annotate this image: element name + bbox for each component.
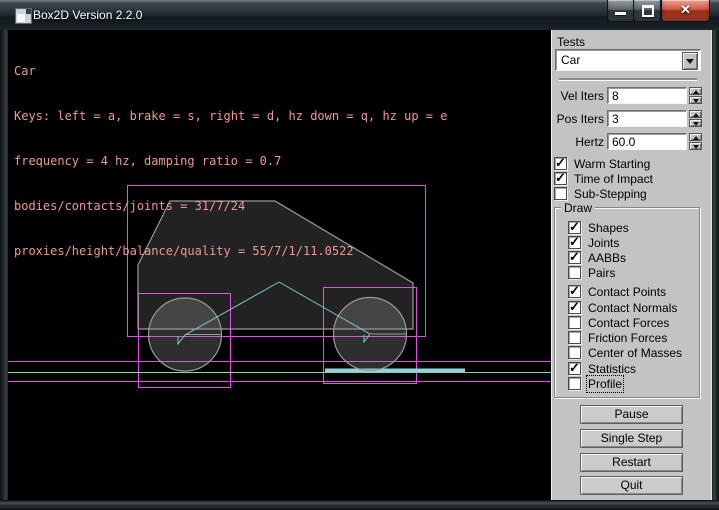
tests-dropdown[interactable]: Car <box>555 49 701 71</box>
center-of-masses-label: Center of Masses <box>588 346 682 360</box>
checkbox-icon[interactable] <box>568 331 581 344</box>
pos-iters-spin-up-button[interactable] <box>689 110 702 118</box>
vel-iters-spin-down-button[interactable] <box>689 96 702 104</box>
checkbox-icon[interactable]: ✓ <box>568 362 581 375</box>
debug-stats-text: Car Keys: left = a, brake = s, right = d… <box>14 34 447 289</box>
vel-iters-spin-up-button[interactable] <box>689 87 702 95</box>
arrow-down-icon <box>693 99 699 103</box>
arrow-up-icon <box>693 136 699 140</box>
arrow-up-icon <box>693 113 699 117</box>
shapes-label: Shapes <box>588 221 629 235</box>
vel-iters-value: 8 <box>612 89 619 103</box>
checkbox-icon[interactable]: ✓ <box>568 236 581 249</box>
minimize-icon <box>615 12 626 15</box>
contact-points-label: Contact Points <box>588 285 666 299</box>
hertz-spin-up-button[interactable] <box>689 133 702 141</box>
checkbox-icon[interactable]: ✓ <box>568 285 581 298</box>
window-border-left <box>0 30 8 502</box>
stats-line: Keys: left = a, brake = s, right = d, hz… <box>14 109 447 124</box>
pos-iters-field[interactable]: 3 <box>607 110 687 127</box>
checkbox-icon[interactable] <box>568 346 581 359</box>
hertz-row: Hertz 60.0 <box>552 133 713 150</box>
checkbox-icon[interactable] <box>568 316 581 329</box>
checkbox-icon[interactable] <box>554 187 567 200</box>
checkbox-icon[interactable]: ✓ <box>554 172 567 185</box>
window-border-bottom <box>0 500 719 510</box>
draw-group-label: Draw <box>561 201 595 215</box>
pos-iters-label: Pos Iters <box>552 112 604 126</box>
sub-stepping-label: Sub-Stepping <box>574 187 647 201</box>
stats-line: proxies/height/balance/quality = 55/7/1/… <box>14 244 447 259</box>
maximize-button[interactable] <box>633 0 661 22</box>
contact-forces-label: Contact Forces <box>588 316 669 330</box>
separator <box>559 78 697 81</box>
quit-button[interactable]: Quit <box>580 476 683 495</box>
close-icon: ✕ <box>662 2 709 18</box>
time-of-impact-label: Time of Impact <box>574 172 653 186</box>
stats-line: frequency = 4 hz, damping ratio = 0.7 <box>14 154 447 169</box>
checkbox-icon[interactable] <box>568 377 581 390</box>
aabbs-label: AABBs <box>588 251 626 265</box>
profile-label: Profile <box>588 377 622 391</box>
close-button[interactable]: ✕ <box>661 0 710 22</box>
arrow-down-icon <box>693 122 699 126</box>
vel-iters-row: Vel Iters 8 <box>552 87 713 104</box>
pos-iters-row: Pos Iters 3 <box>552 110 713 127</box>
checkbox-icon[interactable]: ✓ <box>568 221 581 234</box>
joints-label: Joints <box>588 236 619 250</box>
tests-dropdown-value: Car <box>561 53 580 67</box>
simulation-canvas[interactable]: Car Keys: left = a, brake = s, right = d… <box>8 30 551 500</box>
minimize-button[interactable] <box>607 0 635 22</box>
pos-iters-value: 3 <box>612 112 619 126</box>
maximize-icon <box>642 5 654 17</box>
vel-iters-field[interactable]: 8 <box>607 87 687 104</box>
window-title: Box2D Version 2.2.0 <box>33 8 142 22</box>
hertz-field[interactable]: 60.0 <box>607 133 687 150</box>
window-border-right <box>712 30 719 502</box>
single-step-button[interactable]: Single Step <box>580 429 683 448</box>
statistics-label: Statistics <box>588 362 636 376</box>
arrow-down-icon <box>693 145 699 149</box>
pos-iters-spin-down-button[interactable] <box>689 119 702 127</box>
hertz-spin-down-button[interactable] <box>689 142 702 150</box>
warm-starting-label: Warm Starting <box>574 157 650 171</box>
pause-button[interactable]: Pause <box>580 405 683 424</box>
hertz-label: Hertz <box>552 135 604 149</box>
checkbox-icon[interactable]: ✓ <box>568 301 581 314</box>
tests-label: Tests <box>557 35 585 49</box>
checkbox-icon[interactable]: ✓ <box>554 157 567 170</box>
tests-dropdown-button[interactable] <box>682 52 698 70</box>
stats-line: Car <box>14 64 447 79</box>
app-icon <box>15 8 32 24</box>
vel-iters-label: Vel Iters <box>552 89 604 103</box>
arrow-up-icon <box>693 90 699 94</box>
vel-iters-spinner <box>689 87 702 104</box>
hertz-value: 60.0 <box>612 135 635 149</box>
pairs-label: Pairs <box>588 266 615 280</box>
contact-normals-label: Contact Normals <box>588 301 677 315</box>
checkbox-icon[interactable]: ✓ <box>568 251 581 264</box>
ground-aabb-lines <box>8 362 551 382</box>
friction-forces-label: Friction Forces <box>588 331 667 345</box>
hertz-spinner <box>689 133 702 150</box>
stats-line: bodies/contacts/joints = 31/7/24 <box>14 199 447 214</box>
checkbox-icon[interactable] <box>568 266 581 279</box>
control-panel: Tests Car Vel Iters 8 Pos Iters 3 Hertz … <box>551 30 712 500</box>
chevron-down-icon <box>686 59 694 64</box>
pos-iters-spinner <box>689 110 702 127</box>
restart-button[interactable]: Restart <box>580 453 683 472</box>
